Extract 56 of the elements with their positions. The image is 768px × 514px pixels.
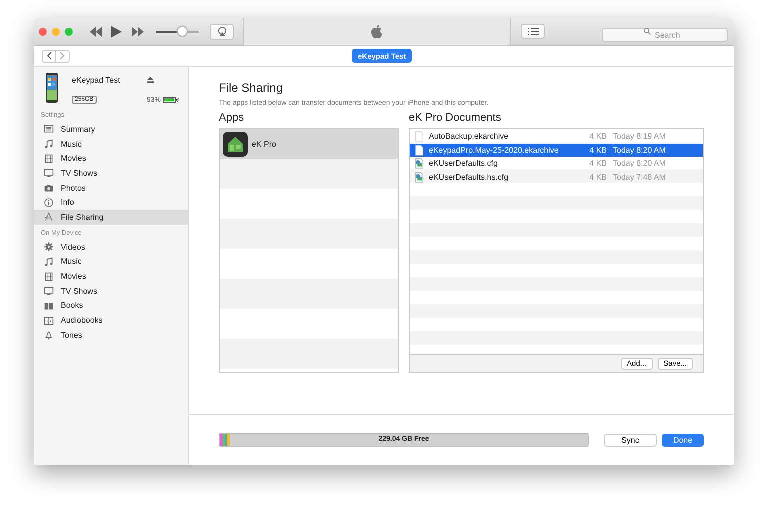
app-item[interactable]: eK Pro [220, 129, 398, 159]
sidebar-item[interactable]: Tones [34, 328, 188, 343]
audiobooks-icon [44, 316, 54, 326]
sidebar-item[interactable]: Music [34, 254, 188, 270]
apple-logo-icon [370, 24, 384, 40]
phone-icon [46, 73, 58, 103]
summary-icon [44, 124, 54, 134]
list-icon [528, 28, 538, 35]
info-icon [44, 198, 54, 208]
eject-icon[interactable] [146, 77, 154, 84]
tv-icon [44, 168, 54, 178]
airplay-button[interactable] [210, 24, 234, 40]
search-field[interactable]: Search [602, 28, 728, 42]
sidebar-item[interactable]: Info [34, 195, 188, 210]
photos-icon [44, 183, 54, 194]
document-row[interactable]: eKUserDefaults.hs.cfg 4 KB Today 7:48 AM [410, 170, 703, 184]
movies-icon [44, 154, 54, 164]
sidebar-item[interactable]: File Sharing [34, 210, 188, 225]
sidebar-item[interactable]: Books [34, 298, 188, 314]
music-icon [44, 139, 54, 150]
tones-icon [44, 330, 54, 340]
done-button[interactable]: Done [662, 434, 704, 446]
volume-slider[interactable] [156, 26, 199, 36]
tv-icon [44, 286, 54, 296]
books-icon [44, 300, 54, 311]
chevron-left-icon [46, 52, 52, 60]
chevron-right-icon [60, 52, 65, 60]
rewind-icon[interactable] [90, 26, 102, 36]
play-icon[interactable] [110, 26, 122, 38]
sidebar-item[interactable]: Movies [34, 151, 188, 166]
sidebar-item[interactable]: Photos [34, 180, 188, 196]
documents-heading: eK Pro Documents [409, 112, 502, 124]
document-icon [415, 144, 424, 156]
movies-icon [44, 272, 54, 282]
sidebar-item[interactable]: Music [34, 136, 188, 152]
sidebar-item[interactable]: Movies [34, 269, 188, 284]
apps-heading: Apps [219, 112, 246, 124]
document-icon [415, 131, 424, 142]
airplay-icon [218, 27, 226, 36]
sidebar-item[interactable]: Summary [34, 122, 188, 137]
document-row[interactable]: eKUserDefaults.cfg 4 KB Today 8:20 AM [410, 157, 703, 170]
sync-button[interactable]: Sync [604, 434, 657, 446]
house-app-icon [223, 132, 248, 156]
sidebar-item[interactable]: Videos [34, 240, 188, 254]
document-row[interactable]: AutoBackup.ekarchive 4 KB Today 8:19 AM [410, 130, 703, 144]
battery-icon [163, 97, 180, 104]
sidebar-item[interactable]: TV Shows [34, 166, 188, 181]
document-row[interactable]: eKeypadPro.May-25-2020.ekarchive 4 KB Today 8:20 AM [410, 144, 703, 157]
sidebar-item[interactable]: TV Shows [34, 284, 188, 299]
page-title: File Sharing [219, 81, 284, 95]
back-button[interactable] [42, 50, 56, 62]
sidebar-item[interactable]: Audiobooks [34, 313, 188, 328]
list-view-button[interactable] [521, 24, 545, 39]
music-icon [44, 256, 54, 267]
fast-forward-icon[interactable] [132, 26, 144, 36]
device-name: eKeypad Test [72, 76, 122, 85]
